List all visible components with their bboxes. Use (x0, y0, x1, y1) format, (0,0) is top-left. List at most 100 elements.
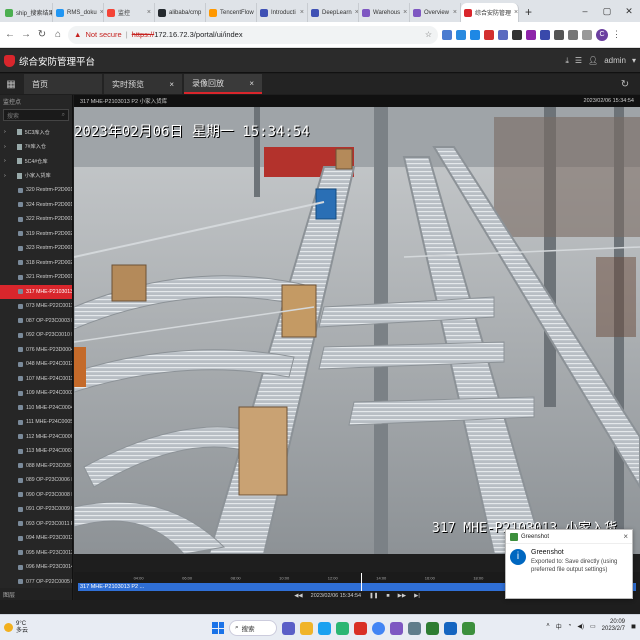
camera-item[interactable]: 319 Restrm-P2D0026 (0, 227, 72, 242)
profile-avatar[interactable]: C (596, 28, 608, 41)
network-icon[interactable]: ◔ (568, 623, 572, 629)
browser-tab[interactable]: Warehous × (359, 3, 410, 22)
forward-icon[interactable]: → (20, 29, 32, 40)
camera-item[interactable]: 048 MHE-P24C0013 P (0, 357, 72, 372)
file-explorer-icon[interactable] (300, 621, 313, 635)
battery-icon[interactable]: ▭ (590, 623, 596, 630)
camera-item[interactable]: 087 OP-P23C0003 P3 (0, 314, 72, 329)
user-icon[interactable]: 👤︎ (588, 56, 598, 65)
camera-item[interactable]: 091 OP-P23C0009 P3 (0, 502, 72, 517)
greenshot-icon[interactable] (462, 621, 475, 635)
chevron-right-icon[interactable]: › (4, 129, 6, 135)
tab-live-preview[interactable]: 实时预览 × (104, 74, 182, 94)
notification-icon[interactable]: ◼ (631, 623, 636, 630)
camera-item[interactable]: 107 MHE-P24C0011 P (0, 372, 72, 387)
camera-item[interactable]: 320 Restrm-P2D0014 (0, 183, 72, 198)
home-icon[interactable]: ⌂ (52, 29, 64, 40)
extension-icon[interactable] (554, 29, 564, 40)
camera-item[interactable]: 111 MHE-P24C0005 P (0, 415, 72, 430)
close-icon[interactable]: × (169, 80, 174, 89)
close-tab-icon[interactable]: × (453, 9, 457, 16)
app-icon[interactable] (408, 621, 421, 635)
browser-tab[interactable]: 综合安防管理 × (461, 3, 519, 22)
refresh-icon[interactable]: ↻ (610, 74, 640, 94)
browser-tab[interactable]: TencentFlow× (206, 3, 257, 22)
close-icon[interactable]: × (623, 532, 628, 541)
clock[interactable]: 20:09 2023/2/7 (602, 619, 625, 633)
tree-group[interactable]: › 小家入货库 (0, 169, 72, 184)
extension-icon[interactable] (484, 29, 494, 40)
chevron-right-icon[interactable]: › (4, 144, 6, 150)
app-icon[interactable] (390, 621, 403, 635)
extension-icon[interactable] (498, 29, 508, 40)
chevron-up-icon[interactable]: ˄ (546, 623, 550, 629)
camera-item[interactable]: 088 MHE-P23C005 (0, 459, 72, 474)
pause-icon[interactable]: ❚❚ (369, 593, 378, 599)
close-tab-icon[interactable]: × (403, 9, 407, 16)
camera-item[interactable]: 092 OP-P23C0010 P3 (0, 328, 72, 343)
camera-item[interactable]: 318 Restrm-P2D0025 (0, 256, 72, 271)
taskbar-search[interactable]: ⌕ 搜索 (229, 620, 277, 636)
extension-icon[interactable] (470, 29, 480, 40)
download-icon[interactable]: ⤓ (565, 56, 569, 66)
video-player[interactable]: 2023年02月06日 星期一 15:34:54 317 MHE-P210301… (74, 107, 640, 554)
wechat-icon[interactable] (336, 621, 349, 635)
maximize-icon[interactable]: ▢ (596, 6, 618, 17)
tab-playback[interactable]: 录像回放 × (184, 74, 262, 94)
tree-group[interactable]: › 5C4#仓库 (0, 154, 72, 169)
camera-item[interactable]: 321 Restrm-P2D0016 (0, 270, 72, 285)
back-icon[interactable]: ← (4, 29, 16, 40)
windows-start-icon[interactable] (212, 622, 224, 634)
close-window-icon[interactable]: ✕ (618, 6, 640, 17)
close-tab-icon[interactable]: × (300, 9, 304, 16)
bookmark-star-icon[interactable]: ☆ (425, 30, 432, 39)
browser-tab[interactable]: RMS_doku × (53, 3, 104, 22)
chevron-right-icon[interactable]: › (4, 173, 6, 179)
camera-item[interactable]: 113 MHE-P24C0007 P (0, 444, 72, 459)
reload-icon[interactable]: ↻ (36, 29, 48, 40)
camera-item[interactable]: 112 MHE-P24C0006 P (0, 430, 72, 445)
address-bar[interactable]: ▲ Not secure | https://172.16.72.3/porta… (68, 25, 438, 44)
tree-group[interactable]: › 7#库入仓 (0, 140, 72, 155)
volume-icon[interactable]: ◀) (577, 623, 584, 630)
browser-tab[interactable]: alibaba/cmp× (155, 3, 206, 22)
camera-search-input[interactable]: 搜索 ⌕ (3, 109, 69, 121)
puzzle-icon[interactable] (568, 29, 578, 40)
sidebar-icon[interactable] (582, 29, 592, 40)
extension-icon[interactable] (442, 29, 452, 40)
camera-item[interactable]: 093 OP-P23C0011 P3 (0, 517, 72, 532)
next-frame-icon[interactable]: ▶| (414, 593, 420, 599)
extension-icon[interactable] (526, 29, 536, 40)
weather-widget[interactable]: 9°C 多云 (4, 621, 28, 634)
camera-item[interactable]: 109 MHE-P24C0002 P (0, 386, 72, 401)
teams-icon[interactable] (282, 621, 295, 635)
camera-item[interactable]: 077 OP-P22C0005 P3 (0, 575, 72, 590)
browser-tab[interactable]: Introducti × (257, 3, 308, 22)
app-icon[interactable] (444, 621, 457, 635)
timeline-cursor[interactable] (361, 573, 362, 591)
browser-tab[interactable]: DeepLearn × (308, 3, 359, 22)
close-tab-icon[interactable]: × (147, 9, 151, 16)
stop-icon[interactable]: ■ (386, 593, 389, 599)
extension-icon[interactable] (456, 29, 466, 40)
app-icon[interactable] (426, 621, 439, 635)
camera-item[interactable]: 076 MHE-P23D0004 P (0, 343, 72, 358)
camera-item[interactable]: 096 MHE-P23C0014 P (0, 560, 72, 575)
chevron-down-icon[interactable]: ▾ (632, 56, 636, 65)
browser-tab[interactable]: Overview × (410, 3, 461, 22)
tree-group[interactable]: › 5C3库入仓 (0, 125, 72, 140)
search-icon[interactable]: ⌕ (62, 112, 65, 119)
camera-item[interactable]: 323 Restrm-P2D0017 (0, 241, 72, 256)
camera-item[interactable]: 089 OP-P23C0006 P3 (0, 473, 72, 488)
tab-home[interactable]: 首页 (24, 74, 102, 94)
layout-icon[interactable]: ☰ (575, 56, 582, 65)
camera-item[interactable]: 110 MHE-P24C0004 P (0, 401, 72, 416)
chevron-right-icon[interactable]: › (4, 158, 6, 164)
rewind-icon[interactable]: ◀◀ (294, 593, 302, 599)
fast-forward-icon[interactable]: ▶▶ (398, 593, 406, 599)
chrome-icon[interactable] (372, 621, 385, 635)
edge-icon[interactable] (318, 621, 331, 635)
new-tab-button[interactable]: + (519, 3, 538, 22)
camera-item[interactable]: 090 OP-P23C0008 P3 (0, 488, 72, 503)
browser-tab[interactable]: 监控 × (104, 3, 155, 22)
